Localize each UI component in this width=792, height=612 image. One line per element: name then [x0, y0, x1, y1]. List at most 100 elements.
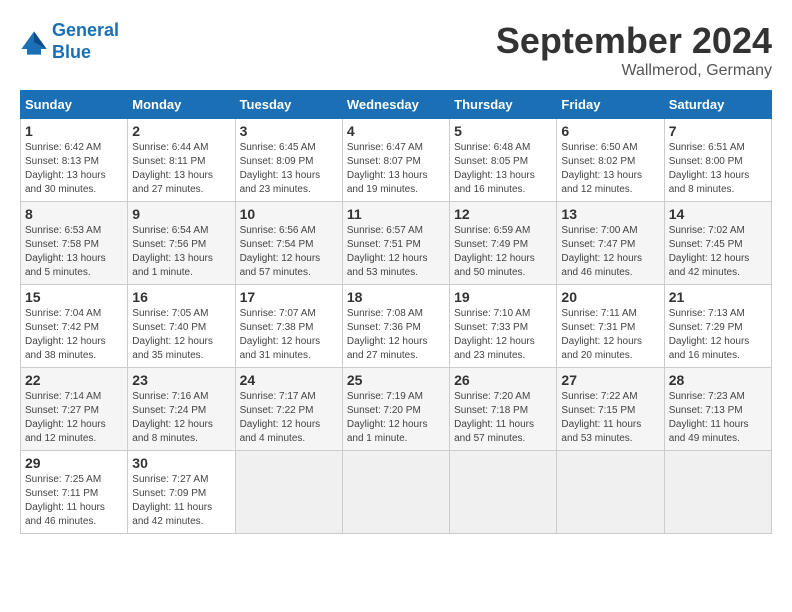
cell-w2-d1: 16Sunrise: 7:05 AM Sunset: 7:40 PM Dayli… [128, 285, 235, 368]
cell-w1-d6: 14 Sunrise: 7:02 AM Sunset: 7:45 PM Dayli… [664, 202, 771, 285]
day-info-w2-d2: Sunrise: 7:07 AM Sunset: 7:38 PM Dayligh… [240, 307, 338, 363]
cell-w3-d2: 24 Sunrise: 7:17 AM Sunset: 7:22 PM Dayli… [235, 368, 342, 451]
day-num-w4-d0: 29 [25, 455, 123, 471]
day-num-w3-d0: 22 [25, 372, 123, 388]
day-num-w0-d1: 2 [132, 123, 230, 139]
day-info-w1-d2: Sunrise: 6:56 AM Sunset: 7:54 PM Dayligh… [240, 224, 338, 280]
day-num-w4-d1: 30 [132, 455, 230, 471]
day-num-w3-d2: 24 [240, 372, 338, 388]
calendar-table: Sunday Monday Tuesday Wednesday Thursday… [20, 90, 772, 534]
day-num-w0-d0: 1 [25, 123, 123, 139]
logo-blue: Blue [52, 42, 91, 62]
day-num-w2-d0: 15 [25, 289, 123, 305]
day-num-w0-d6: 7 [669, 123, 767, 139]
cell-w0-d0: 1 Sunrise: 6:42 AM Sunset: 8:13 PM Daylig… [21, 119, 128, 202]
day-num-w1-d1: 9 [132, 206, 230, 222]
week-row-3: 22 Sunrise: 7:14 AM Sunset: 7:27 PM Dayli… [21, 368, 772, 451]
page-header: General Blue September 2024 Wallmerod, G… [20, 20, 772, 80]
week-row-1: 8Sunrise: 6:53 AM Sunset: 7:58 PM Daylig… [21, 202, 772, 285]
day-info-w1-d6: Sunrise: 7:02 AM Sunset: 7:45 PM Dayligh… [669, 224, 767, 280]
day-info-w0-d5: Sunrise: 6:50 AM Sunset: 8:02 PM Dayligh… [561, 141, 659, 197]
logo: General Blue [20, 20, 119, 63]
cell-w4-d5 [557, 451, 664, 534]
day-num-w0-d2: 3 [240, 123, 338, 139]
day-info-w0-d3: Sunrise: 6:47 AM Sunset: 8:07 PM Dayligh… [347, 141, 445, 197]
col-monday: Monday [128, 91, 235, 119]
day-num-w3-d3: 25 [347, 372, 445, 388]
day-num-w1-d6: 14 [669, 206, 767, 222]
cell-w2-d5: 20 Sunrise: 7:11 AM Sunset: 7:31 PM Dayli… [557, 285, 664, 368]
cell-w4-d2 [235, 451, 342, 534]
day-num-w2-d5: 20 [561, 289, 659, 305]
day-num-w2-d6: 21 [669, 289, 767, 305]
cell-w0-d3: 4 Sunrise: 6:47 AM Sunset: 8:07 PM Daylig… [342, 119, 449, 202]
cell-w1-d5: 13Sunrise: 7:00 AM Sunset: 7:47 PM Dayli… [557, 202, 664, 285]
day-num-w2-d2: 17 [240, 289, 338, 305]
day-num-w1-d3: 11 [347, 206, 445, 222]
cell-w2-d0: 15 Sunrise: 7:04 AM Sunset: 7:42 PM Dayli… [21, 285, 128, 368]
day-num-w2-d3: 18 [347, 289, 445, 305]
day-info-w0-d0: Sunrise: 6:42 AM Sunset: 8:13 PM Dayligh… [25, 141, 123, 197]
day-num-w3-d1: 23 [132, 372, 230, 388]
col-wednesday: Wednesday [342, 91, 449, 119]
cell-w4-d0: 29 Sunrise: 7:25 AM Sunset: 7:11 PM Dayli… [21, 451, 128, 534]
month-title: September 2024 Wallmerod, Germany [496, 20, 772, 80]
day-info-w4-d1: Sunrise: 7:27 AM Sunset: 7:09 PM Dayligh… [132, 473, 230, 529]
cell-w1-d2: 10 Sunrise: 6:56 AM Sunset: 7:54 PM Dayli… [235, 202, 342, 285]
day-info-w2-d6: Sunrise: 7:13 AM Sunset: 7:29 PM Dayligh… [669, 307, 767, 363]
day-num-w0-d3: 4 [347, 123, 445, 139]
cell-w1-d0: 8Sunrise: 6:53 AM Sunset: 7:58 PM Daylig… [21, 202, 128, 285]
day-info-w3-d2: Sunrise: 7:17 AM Sunset: 7:22 PM Dayligh… [240, 390, 338, 446]
logo-general: General [52, 20, 119, 40]
day-num-w3-d4: 26 [454, 372, 552, 388]
col-tuesday: Tuesday [235, 91, 342, 119]
day-info-w3-d6: Sunrise: 7:23 AM Sunset: 7:13 PM Dayligh… [669, 390, 767, 446]
cell-w2-d6: 21 Sunrise: 7:13 AM Sunset: 7:29 PM Dayli… [664, 285, 771, 368]
cell-w3-d5: 27Sunrise: 7:22 AM Sunset: 7:15 PM Dayli… [557, 368, 664, 451]
col-sunday: Sunday [21, 91, 128, 119]
cell-w4-d6 [664, 451, 771, 534]
cell-w2-d3: 18 Sunrise: 7:08 AM Sunset: 7:36 PM Dayli… [342, 285, 449, 368]
day-num-w1-d4: 12 [454, 206, 552, 222]
day-num-w2-d4: 19 [454, 289, 552, 305]
cell-w4-d4 [450, 451, 557, 534]
cell-w3-d3: 25 Sunrise: 7:19 AM Sunset: 7:20 PM Dayli… [342, 368, 449, 451]
day-info-w3-d0: Sunrise: 7:14 AM Sunset: 7:27 PM Dayligh… [25, 390, 123, 446]
cell-w1-d1: 9 Sunrise: 6:54 AM Sunset: 7:56 PM Daylig… [128, 202, 235, 285]
day-info-w1-d0: Sunrise: 6:53 AM Sunset: 7:58 PM Dayligh… [25, 224, 123, 280]
day-num-w3-d6: 28 [669, 372, 767, 388]
cell-w0-d2: 3 Sunrise: 6:45 AM Sunset: 8:09 PM Daylig… [235, 119, 342, 202]
week-row-2: 15 Sunrise: 7:04 AM Sunset: 7:42 PM Dayli… [21, 285, 772, 368]
day-num-w0-d5: 6 [561, 123, 659, 139]
cell-w2-d4: 19 Sunrise: 7:10 AM Sunset: 7:33 PM Dayli… [450, 285, 557, 368]
day-num-w3-d5: 27 [561, 372, 659, 388]
day-info-w0-d1: Sunrise: 6:44 AM Sunset: 8:11 PM Dayligh… [132, 141, 230, 197]
day-num-w1-d2: 10 [240, 206, 338, 222]
day-info-w2-d1: Sunrise: 7:05 AM Sunset: 7:40 PM Dayligh… [132, 307, 230, 363]
col-thursday: Thursday [450, 91, 557, 119]
day-info-w1-d1: Sunrise: 6:54 AM Sunset: 7:56 PM Dayligh… [132, 224, 230, 280]
col-friday: Friday [557, 91, 664, 119]
day-info-w4-d0: Sunrise: 7:25 AM Sunset: 7:11 PM Dayligh… [25, 473, 123, 529]
day-info-w3-d3: Sunrise: 7:19 AM Sunset: 7:20 PM Dayligh… [347, 390, 445, 446]
logo-icon [20, 28, 48, 56]
day-info-w1-d3: Sunrise: 6:57 AM Sunset: 7:51 PM Dayligh… [347, 224, 445, 280]
cell-w3-d4: 26Sunrise: 7:20 AM Sunset: 7:18 PM Dayli… [450, 368, 557, 451]
day-info-w2-d0: Sunrise: 7:04 AM Sunset: 7:42 PM Dayligh… [25, 307, 123, 363]
cell-w3-d6: 28 Sunrise: 7:23 AM Sunset: 7:13 PM Dayli… [664, 368, 771, 451]
cell-w0-d6: 7Sunrise: 6:51 AM Sunset: 8:00 PM Daylig… [664, 119, 771, 202]
cell-w4-d1: 30 Sunrise: 7:27 AM Sunset: 7:09 PM Dayli… [128, 451, 235, 534]
day-info-w2-d5: Sunrise: 7:11 AM Sunset: 7:31 PM Dayligh… [561, 307, 659, 363]
cell-w3-d1: 23Sunrise: 7:16 AM Sunset: 7:24 PM Dayli… [128, 368, 235, 451]
cell-w1-d3: 11 Sunrise: 6:57 AM Sunset: 7:51 PM Dayli… [342, 202, 449, 285]
day-info-w2-d4: Sunrise: 7:10 AM Sunset: 7:33 PM Dayligh… [454, 307, 552, 363]
cell-w0-d1: 2 Sunrise: 6:44 AM Sunset: 8:11 PM Daylig… [128, 119, 235, 202]
week-row-0: 1 Sunrise: 6:42 AM Sunset: 8:13 PM Daylig… [21, 119, 772, 202]
day-num-w1-d5: 13 [561, 206, 659, 222]
week-row-4: 29 Sunrise: 7:25 AM Sunset: 7:11 PM Dayli… [21, 451, 772, 534]
calendar-header-row: Sunday Monday Tuesday Wednesday Thursday… [21, 91, 772, 119]
cell-w0-d5: 6 Sunrise: 6:50 AM Sunset: 8:02 PM Daylig… [557, 119, 664, 202]
day-info-w2-d3: Sunrise: 7:08 AM Sunset: 7:36 PM Dayligh… [347, 307, 445, 363]
cell-w1-d4: 12Sunrise: 6:59 AM Sunset: 7:49 PM Dayli… [450, 202, 557, 285]
day-info-w0-d2: Sunrise: 6:45 AM Sunset: 8:09 PM Dayligh… [240, 141, 338, 197]
